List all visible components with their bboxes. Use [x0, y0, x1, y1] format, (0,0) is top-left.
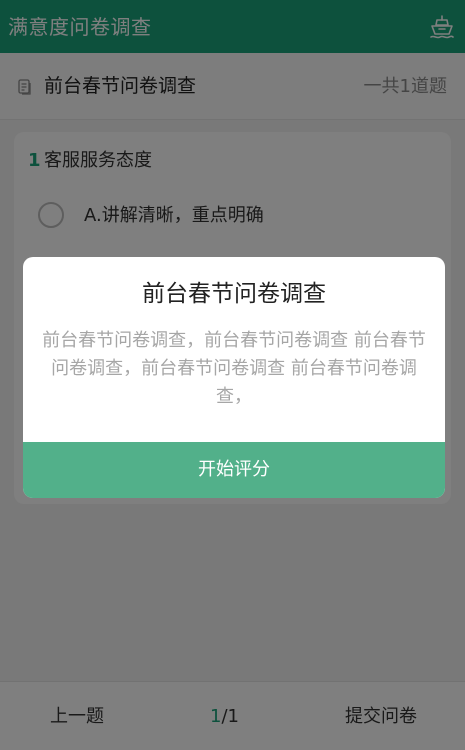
start-rating-button[interactable]: 开始评分: [23, 442, 445, 498]
modal-title: 前台春节问卷调查: [142, 281, 326, 307]
survey-page: 满意度问卷调查 前台春节问卷调查 一共1道题 1 客服服务态度: [0, 0, 465, 750]
intro-modal: 前台春节问卷调查 前台春节问卷调查，前台春节问卷调查 前台春节问卷调查，前台春节…: [23, 257, 445, 498]
modal-description: 前台春节问卷调查，前台春节问卷调查 前台春节问卷调查，前台春节问卷调查 前台春节…: [42, 330, 426, 407]
